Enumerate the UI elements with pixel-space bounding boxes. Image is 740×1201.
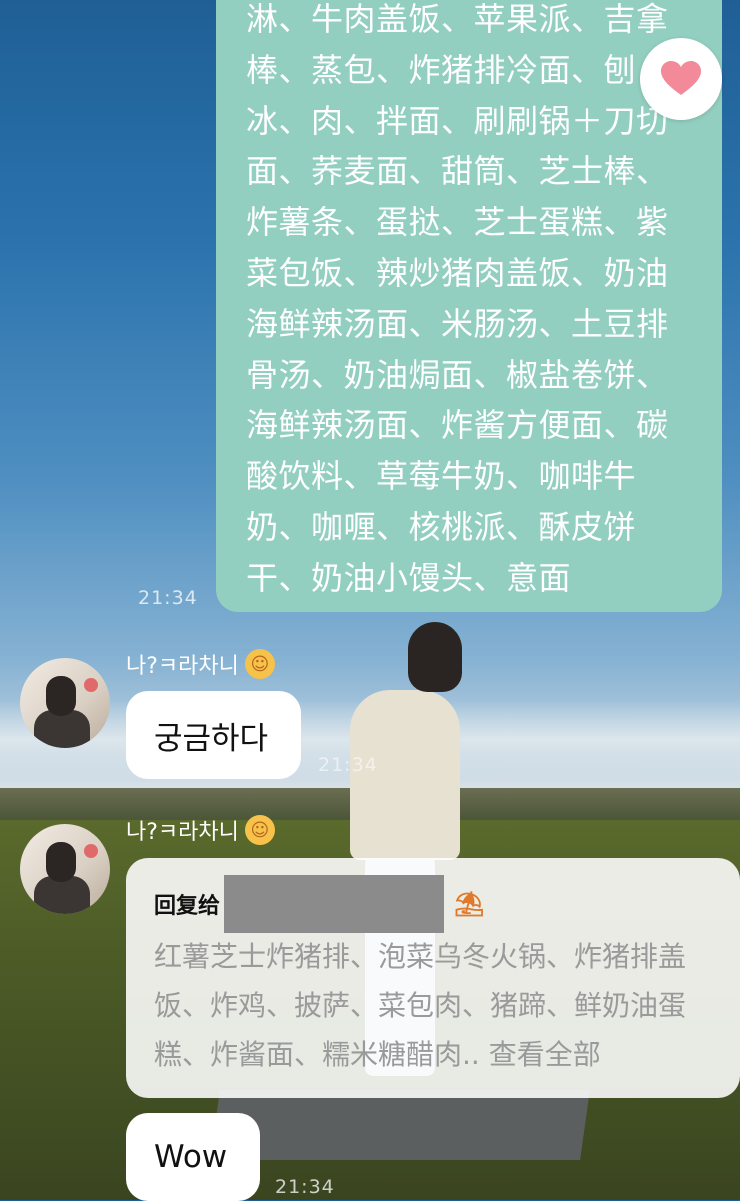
hugging-face-emoji: ☺	[244, 815, 275, 845]
reply-label: 回复给	[154, 894, 221, 919]
heart-icon	[661, 61, 701, 95]
avatar[interactable]	[20, 824, 110, 914]
sender-name: 나?ㅋ라차니 ☺	[126, 814, 275, 846]
message-timestamp: 21:34	[318, 754, 378, 776]
outgoing-message-text: 淋、牛肉盖饭、苹果派、吉拿棒、蒸包、炸猪排冷面、刨冰、肉、拌面、刷刷锅＋刀切面、…	[246, 0, 669, 597]
reply-quote-card[interactable]: 回复给 ⛱ 红薯芝士炸猪排、泡菜乌冬火锅、炸猪排盖饭、炸鸡、披萨、菜包肉、猪蹄、…	[126, 858, 740, 1098]
reaction-button[interactable]	[640, 38, 722, 120]
reply-header: 回复给 ⛱	[154, 875, 718, 933]
incoming-message-text: 궁금하다	[154, 720, 269, 757]
background-platform	[210, 1090, 590, 1160]
message-timestamp: 21:34	[275, 1176, 335, 1198]
redacted-name	[224, 875, 445, 933]
hugging-face-emoji: ☺	[244, 649, 275, 679]
beach-umbrella-emoji: ⛱	[454, 890, 485, 918]
sender-name: 나?ㅋ라차니 ☺	[126, 648, 275, 680]
avatar[interactable]	[20, 658, 110, 748]
incoming-message-bubble[interactable]: 궁금하다	[126, 691, 301, 779]
incoming-message-text: Wow	[154, 1139, 228, 1175]
reply-quoted-text[interactable]: 红薯芝士炸猪排、泡菜乌冬火锅、炸猪排盖饭、炸鸡、披萨、菜包肉、猪蹄、鲜奶油蛋糕、…	[154, 932, 718, 1079]
background-person-head	[408, 622, 462, 692]
message-timestamp: 21:34	[138, 587, 198, 609]
incoming-message-bubble[interactable]: Wow	[126, 1113, 260, 1201]
